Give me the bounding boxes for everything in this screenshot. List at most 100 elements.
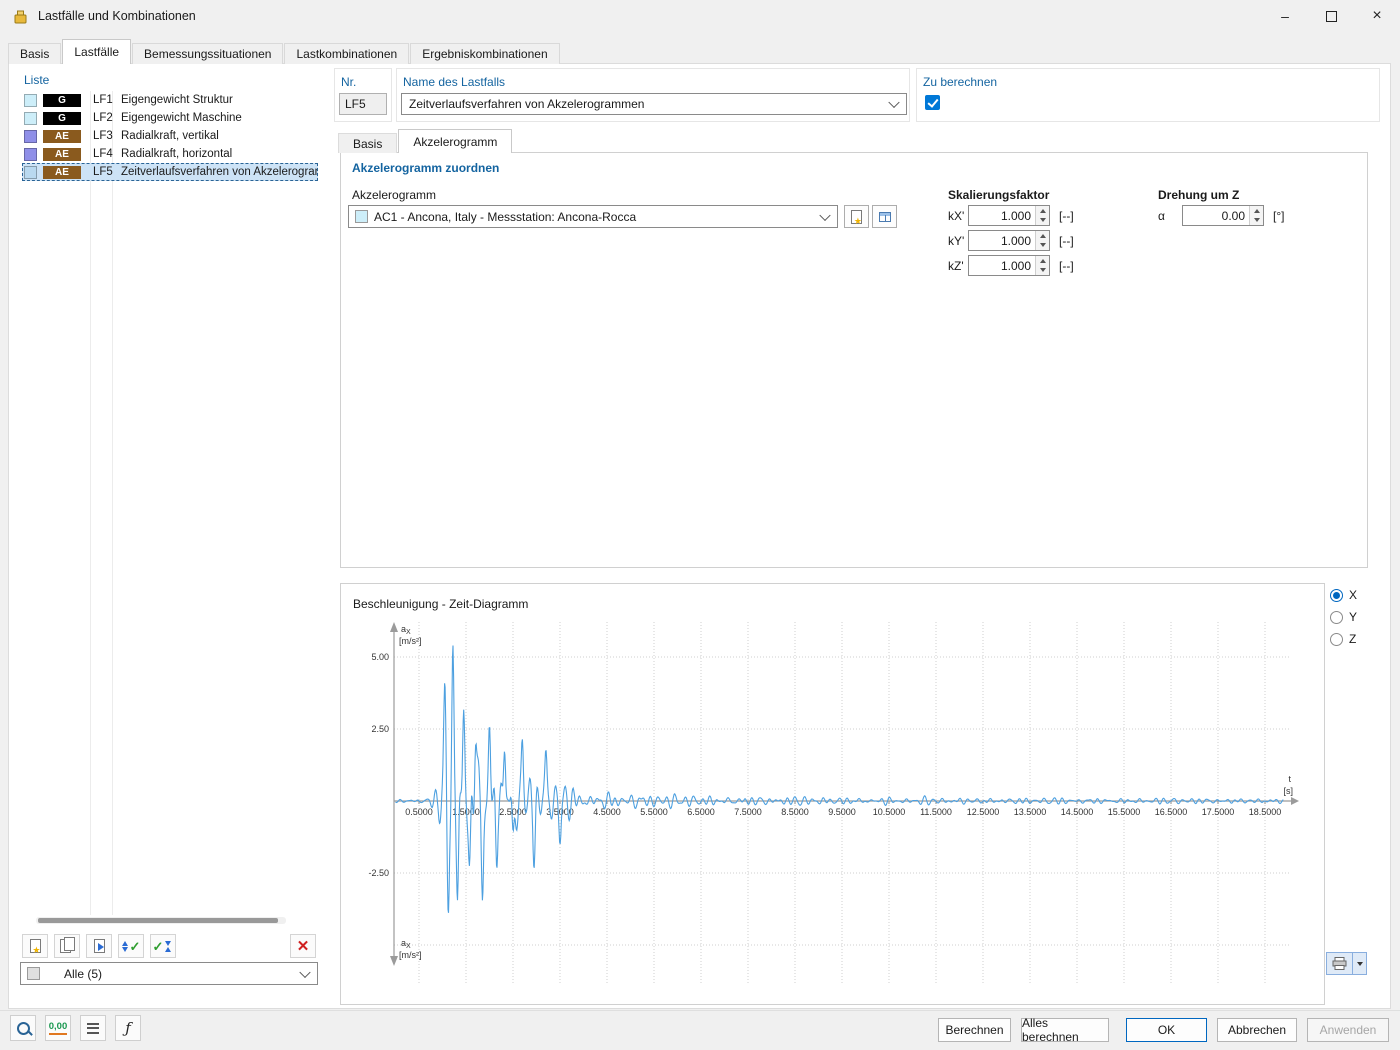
- svg-text:0.5000: 0.5000: [405, 807, 433, 817]
- close-button[interactable]: ×: [1354, 0, 1400, 32]
- svg-text:aX: aX: [401, 938, 411, 950]
- scaling-label: kZ': [948, 259, 968, 273]
- axis-radio-x[interactable]: X: [1330, 584, 1357, 606]
- scaling-spinbox-kz-[interactable]: 1.000: [968, 255, 1050, 276]
- case-name: Eigengewicht Struktur: [121, 94, 233, 106]
- tab-lastkombinationen[interactable]: Lastkombinationen: [284, 43, 409, 64]
- berechnen-button[interactable]: Berechnen: [938, 1018, 1011, 1042]
- edit-accelerogram-button[interactable]: [872, 205, 897, 228]
- close-icon: ×: [1372, 7, 1381, 25]
- delete-icon: ✕: [297, 937, 310, 955]
- printer-icon: [1332, 957, 1347, 970]
- copy-load-case-button[interactable]: [54, 934, 80, 958]
- new-load-case-button[interactable]: ★: [22, 934, 48, 958]
- list-item-lf2[interactable]: GLF2Eigengewicht Maschine: [22, 109, 318, 127]
- svg-text:2.5000: 2.5000: [499, 807, 527, 817]
- spinner[interactable]: [1035, 256, 1049, 275]
- spinner-down-icon: [1040, 243, 1046, 247]
- minimize-button[interactable]: –: [1262, 0, 1308, 32]
- svg-text:7.5000: 7.5000: [734, 807, 762, 817]
- subtab-akzelerogramm[interactable]: Akzelerogramm: [398, 129, 512, 153]
- svg-text:10.5000: 10.5000: [873, 807, 906, 817]
- tab-lastfälle[interactable]: Lastfälle: [62, 39, 131, 64]
- ok-button[interactable]: OK: [1126, 1018, 1207, 1042]
- chevron-down-icon: [888, 97, 899, 108]
- spinner[interactable]: [1249, 206, 1263, 225]
- alles-berechnen-button[interactable]: Alles berechnen: [1021, 1018, 1109, 1042]
- abbrechen-button[interactable]: Abbrechen: [1217, 1018, 1297, 1042]
- subtab-basis[interactable]: Basis: [338, 133, 397, 153]
- calc-checkbox[interactable]: [925, 95, 940, 110]
- units-decimal-button[interactable]: 0,00: [45, 1015, 71, 1041]
- case-name: Radialkraft, horizontal: [121, 148, 232, 160]
- list-scrollbar[interactable]: [36, 917, 286, 924]
- list-column-divider: [90, 91, 91, 915]
- rotation-spinbox[interactable]: 0.00: [1182, 205, 1264, 226]
- list-item-lf5[interactable]: AELF5Zeitverlaufsverfahren von Akzelerog…: [22, 163, 318, 181]
- calc-group: Zu berechnen: [916, 68, 1380, 122]
- axis-radio-y[interactable]: Y: [1330, 606, 1357, 628]
- delete-load-case-button[interactable]: ✕: [290, 934, 316, 958]
- category-badge: AE: [43, 166, 81, 179]
- svg-text:-2.50: -2.50: [368, 868, 389, 878]
- category-badge: G: [43, 112, 81, 125]
- new-document-icon: ★: [851, 210, 862, 224]
- titlebar: Lastfälle und Kombinationen – ×: [0, 0, 1400, 32]
- axis-radio-z[interactable]: Z: [1330, 628, 1357, 650]
- color-swatch: [24, 112, 37, 125]
- svg-text:12.5000: 12.5000: [967, 807, 1000, 817]
- svg-text:5.5000: 5.5000: [640, 807, 668, 817]
- chevron-down-icon: [1357, 962, 1363, 966]
- scaling-spinbox-kx-[interactable]: 1.000: [968, 205, 1050, 226]
- svg-text:2.50: 2.50: [371, 724, 389, 734]
- print-options-button[interactable]: [1353, 952, 1367, 975]
- comment-button[interactable]: [80, 1015, 106, 1041]
- rotation-value: 0.00: [1222, 209, 1245, 223]
- tab-ergebniskombinationen[interactable]: Ergebniskombinationen: [410, 43, 559, 64]
- scaling-spinbox-ky-[interactable]: 1.000: [968, 230, 1050, 251]
- tab-basis[interactable]: Basis: [8, 43, 61, 64]
- pick-button[interactable]: [10, 1015, 36, 1041]
- formula-button[interactable]: ƒ: [115, 1015, 141, 1041]
- color-swatch: [24, 130, 37, 143]
- maximize-icon: [1326, 11, 1337, 22]
- accelerogram-combobox[interactable]: AC1 - Ancona, Italy - Messstation: Ancon…: [348, 205, 838, 228]
- tab-bemessungssituationen[interactable]: Bemessungssituationen: [132, 43, 283, 64]
- list-item-lf4[interactable]: AELF4Radialkraft, horizontal: [22, 145, 318, 163]
- radio-label: Z: [1349, 632, 1356, 646]
- copy-with-options-button[interactable]: [86, 934, 112, 958]
- svg-text:16.5000: 16.5000: [1155, 807, 1188, 817]
- list-item-lf3[interactable]: AELF3Radialkraft, vertikal: [22, 127, 318, 145]
- scaling-title: Skalierungsfaktor: [948, 188, 1049, 202]
- magnifier-icon: [17, 1022, 30, 1035]
- svg-text:13.5000: 13.5000: [1014, 807, 1047, 817]
- copy-icon: [60, 939, 71, 953]
- svg-text:18.5000: 18.5000: [1249, 807, 1282, 817]
- filter-dropdown[interactable]: Alle (5): [20, 962, 318, 985]
- scaling-label: kX': [948, 209, 968, 223]
- name-label: Name des Lastfalls: [403, 75, 505, 89]
- scrollbar-thumb[interactable]: [38, 918, 278, 923]
- nr-group: Nr. LF5: [334, 68, 392, 122]
- radio-label: Y: [1349, 610, 1357, 624]
- generate-combinations-button[interactable]: ✓: [150, 934, 176, 958]
- spinner[interactable]: [1035, 231, 1049, 250]
- new-accelerogram-button[interactable]: ★: [844, 205, 869, 228]
- chevron-down-icon: [819, 209, 830, 220]
- maximize-button[interactable]: [1308, 0, 1354, 32]
- filter-swatch: [27, 967, 40, 980]
- svg-text:[m/s²]: [m/s²]: [399, 950, 422, 960]
- accelerogram-swatch: [355, 210, 368, 223]
- accelerogram-label: Akzelerogramm: [352, 188, 436, 202]
- renumber-button[interactable]: ✓: [118, 934, 144, 958]
- spinner[interactable]: [1035, 206, 1049, 225]
- svg-text:17.5000: 17.5000: [1202, 807, 1235, 817]
- radio-button-icon: [1330, 589, 1343, 602]
- nr-field[interactable]: LF5: [339, 93, 387, 115]
- svg-text:15.5000: 15.5000: [1108, 807, 1141, 817]
- sub-tab-bar: BasisAkzelerogramm: [338, 130, 513, 153]
- category-badge: AE: [43, 148, 81, 161]
- name-combobox[interactable]: Zeitverlaufsverfahren von Akzelerogramme…: [401, 93, 907, 115]
- print-button[interactable]: [1326, 952, 1353, 975]
- list-item-lf1[interactable]: GLF1Eigengewicht Struktur: [22, 91, 318, 109]
